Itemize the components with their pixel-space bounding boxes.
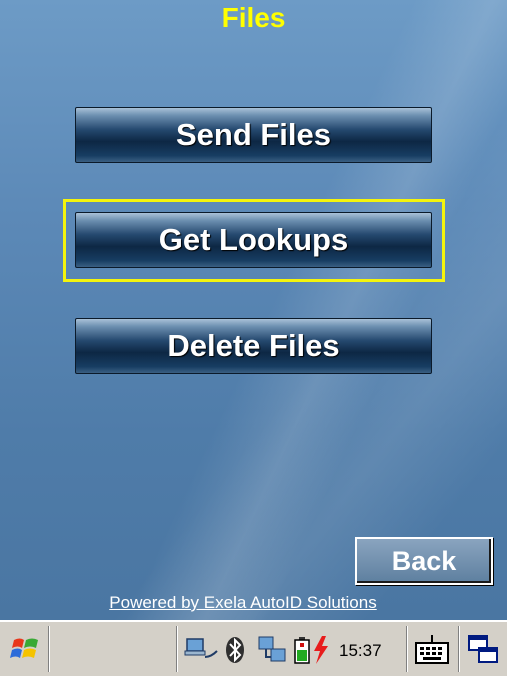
keyboard-icon[interactable] xyxy=(413,633,451,672)
taskbar-separator xyxy=(176,626,178,672)
get-lookups-button[interactable]: Get Lookups xyxy=(75,212,432,268)
back-button[interactable]: Back xyxy=(355,537,493,585)
taskbar-separator xyxy=(458,626,460,672)
bluetooth-icon[interactable] xyxy=(224,635,246,670)
window-switch-icon[interactable] xyxy=(467,634,501,671)
taskbar: 15:37 xyxy=(0,620,507,676)
taskbar-separator xyxy=(406,626,408,672)
network-icon[interactable] xyxy=(183,635,219,670)
start-flag-icon[interactable] xyxy=(8,632,42,671)
page-title: Files xyxy=(221,2,286,33)
taskbar-separator xyxy=(48,626,50,672)
connectivity-icon[interactable] xyxy=(257,635,289,670)
powered-by-link[interactable]: Powered by Exela AutoID Solutions xyxy=(0,593,486,613)
battery-charging-icon[interactable] xyxy=(292,634,332,671)
clock[interactable]: 15:37 xyxy=(339,641,382,661)
app-screen: Files Send Files Get Lookups Delete File… xyxy=(0,0,507,620)
delete-files-button[interactable]: Delete Files xyxy=(75,318,432,374)
send-files-button[interactable]: Send Files xyxy=(75,107,432,163)
